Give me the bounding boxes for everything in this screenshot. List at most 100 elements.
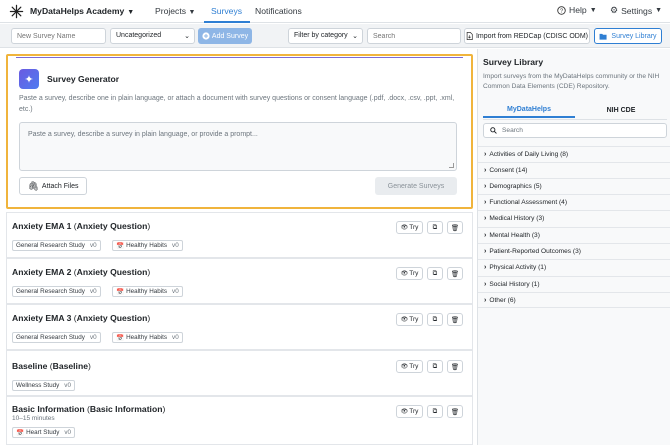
copy-button[interactable]: ⧉ xyxy=(427,405,443,418)
delete-button[interactable]: 🗑 xyxy=(447,221,463,234)
study-tag-label: General Research Study xyxy=(16,288,85,295)
try-button[interactable]: 👁 Try xyxy=(396,405,423,418)
category-label: Social History (1) xyxy=(489,281,540,288)
survey-name: Anxiety EMA 3 xyxy=(12,313,72,323)
version-label: v0 xyxy=(172,334,179,341)
generate-surveys-label: Generate Surveys xyxy=(387,182,445,190)
survey-card[interactable]: Basic Information (Basic Information) 10… xyxy=(6,396,473,445)
library-category-item[interactable]: › Mental Health (3) xyxy=(478,227,670,243)
add-survey-button[interactable]: Add Survey xyxy=(198,28,252,44)
survey-title: Anxiety EMA 3 (Anxiety Question) xyxy=(12,313,151,323)
library-category-item[interactable]: › Functional Assessment (4) xyxy=(478,194,670,210)
new-survey-name-input[interactable] xyxy=(11,28,106,44)
survey-card[interactable]: Anxiety EMA 3 (Anxiety Question) General… xyxy=(6,304,473,350)
try-button[interactable]: 👁 Try xyxy=(396,221,423,234)
survey-library-button[interactable]: Survey Library xyxy=(594,28,662,44)
category-filter-select[interactable]: Filter by category ⌄ xyxy=(288,28,363,44)
version-label: v0 xyxy=(64,382,71,389)
study-tag: 📅 Healthy Habits v0 xyxy=(112,332,183,343)
version-label: v0 xyxy=(172,288,179,295)
copy-button[interactable]: ⧉ xyxy=(427,360,443,373)
nav-surveys[interactable]: Surveys xyxy=(211,6,242,16)
copy-icon: ⧉ xyxy=(432,223,438,231)
category-label: Physical Activity (1) xyxy=(489,264,547,271)
study-tag: 📅 Healthy Habits v0 xyxy=(112,240,183,251)
library-category-item[interactable]: › Social History (1) xyxy=(478,276,670,292)
logo-icon xyxy=(9,4,24,19)
trash-icon: 🗑 xyxy=(450,408,460,416)
tab-nih-cde[interactable]: NIH CDE xyxy=(575,103,667,118)
version-label: v0 xyxy=(89,334,97,341)
try-button[interactable]: 👁 Try xyxy=(396,360,423,373)
try-label: Try xyxy=(409,270,419,277)
survey-search-input[interactable] xyxy=(367,28,461,44)
delete-button[interactable]: 🗑 xyxy=(447,313,463,326)
survey-title: Anxiety EMA 1 (Anxiety Question) xyxy=(12,221,151,231)
library-category-item[interactable]: › Patient-Reported Outcomes (3) xyxy=(478,243,670,259)
category-label: Patient-Reported Outcomes (3) xyxy=(489,248,581,255)
library-category-item[interactable]: › Demographics (5) xyxy=(478,178,670,194)
chevron-right-icon: › xyxy=(484,232,487,239)
library-search-input[interactable]: Search xyxy=(483,123,667,138)
generate-surveys-button[interactable]: Generate Surveys xyxy=(375,177,457,195)
delete-button[interactable]: 🗑 xyxy=(447,360,463,373)
survey-subtitle: Baseline xyxy=(52,361,88,371)
copy-icon: ⧉ xyxy=(432,269,438,277)
copy-button[interactable]: ⧉ xyxy=(427,221,443,234)
copy-icon: ⧉ xyxy=(432,407,438,415)
study-tag: General Research Study v0 xyxy=(12,286,101,297)
panel-accent-line xyxy=(16,57,463,58)
try-label: Try xyxy=(409,363,419,370)
help-menu[interactable]: ? Help ▼ xyxy=(557,5,597,15)
delete-button[interactable]: 🗑 xyxy=(447,405,463,418)
survey-card[interactable]: Baseline (Baseline) Wellness Study v0 👁 Tr… xyxy=(6,350,473,396)
version-label: v0 xyxy=(64,429,71,436)
version-label: v0 xyxy=(172,242,179,249)
import-redcap-button[interactable]: Import from REDCap (CDISC ODM) xyxy=(464,28,590,44)
try-button[interactable]: 👁 Try xyxy=(396,313,423,326)
library-category-item[interactable]: › Activities of Daily Living (8) xyxy=(478,146,670,162)
delete-button[interactable]: 🗑 xyxy=(447,267,463,280)
survey-prompt-textarea[interactable]: Paste a survey, describe a survey in pla… xyxy=(19,122,457,171)
tab-mydatahelps[interactable]: MyDataHelps xyxy=(483,103,575,118)
copy-button[interactable]: ⧉ xyxy=(427,267,443,280)
eye-icon: 👁 xyxy=(400,271,409,277)
attach-files-button[interactable]: 🖇 Attach Files xyxy=(19,177,87,195)
survey-toolbar: Uncategorized ⌄ Add Survey Filter by cat… xyxy=(0,24,670,48)
nav-projects[interactable]: Projects ▼ xyxy=(155,6,195,16)
org-switcher[interactable]: MyDataHelps Academy ▼ xyxy=(30,6,134,16)
help-icon: ? xyxy=(557,5,566,15)
category-select-value: Uncategorized xyxy=(116,32,162,39)
study-tag: 📅 Heart Study v0 xyxy=(12,427,75,438)
chevron-right-icon: › xyxy=(484,167,487,174)
copy-button[interactable]: ⧉ xyxy=(427,313,443,326)
survey-name: Anxiety EMA 2 xyxy=(12,267,72,277)
survey-library-description: Import surveys from the MyDataHelps comm… xyxy=(483,73,660,90)
survey-card[interactable]: Anxiety EMA 1 (Anxiety Question) General… xyxy=(6,212,473,258)
eye-icon: 👁 xyxy=(400,409,409,415)
category-label: Activities of Daily Living (8) xyxy=(489,151,569,158)
trash-icon: 🗑 xyxy=(450,363,460,371)
calendar-icon: 📅 xyxy=(116,334,125,342)
library-category-item[interactable]: › Consent (14) xyxy=(478,162,670,178)
version-label: v0 xyxy=(89,242,97,249)
survey-title: Basic Information (Basic Information) xyxy=(12,404,166,414)
library-category-item[interactable]: › Medical History (3) xyxy=(478,210,670,226)
category-filter-value: Filter by category xyxy=(294,32,348,39)
library-category-item[interactable]: › Physical Activity (1) xyxy=(478,259,670,275)
try-button[interactable]: 👁 Try xyxy=(396,267,423,280)
survey-generator-title: Survey Generator xyxy=(47,74,120,84)
settings-menu[interactable]: ⚙ Settings ▼ xyxy=(610,5,662,16)
study-tag: Wellness Study v0 xyxy=(12,380,75,391)
survey-subtitle: Anxiety Question xyxy=(76,313,148,323)
resize-handle-icon[interactable] xyxy=(449,163,454,168)
survey-name: Anxiety EMA 1 xyxy=(12,221,72,231)
caret-down-icon: ▼ xyxy=(589,6,597,14)
library-category-item[interactable]: › Other (6) xyxy=(478,292,670,308)
caret-down-icon: ▼ xyxy=(188,9,196,16)
category-select[interactable]: Uncategorized ⌄ xyxy=(110,28,195,44)
survey-card[interactable]: Anxiety EMA 2 (Anxiety Question) General… xyxy=(6,258,473,304)
survey-list: Anxiety EMA 1 (Anxiety Question) General… xyxy=(6,212,473,445)
nav-notifications[interactable]: Notifications xyxy=(255,6,302,16)
library-search-placeholder: Search xyxy=(502,127,523,134)
